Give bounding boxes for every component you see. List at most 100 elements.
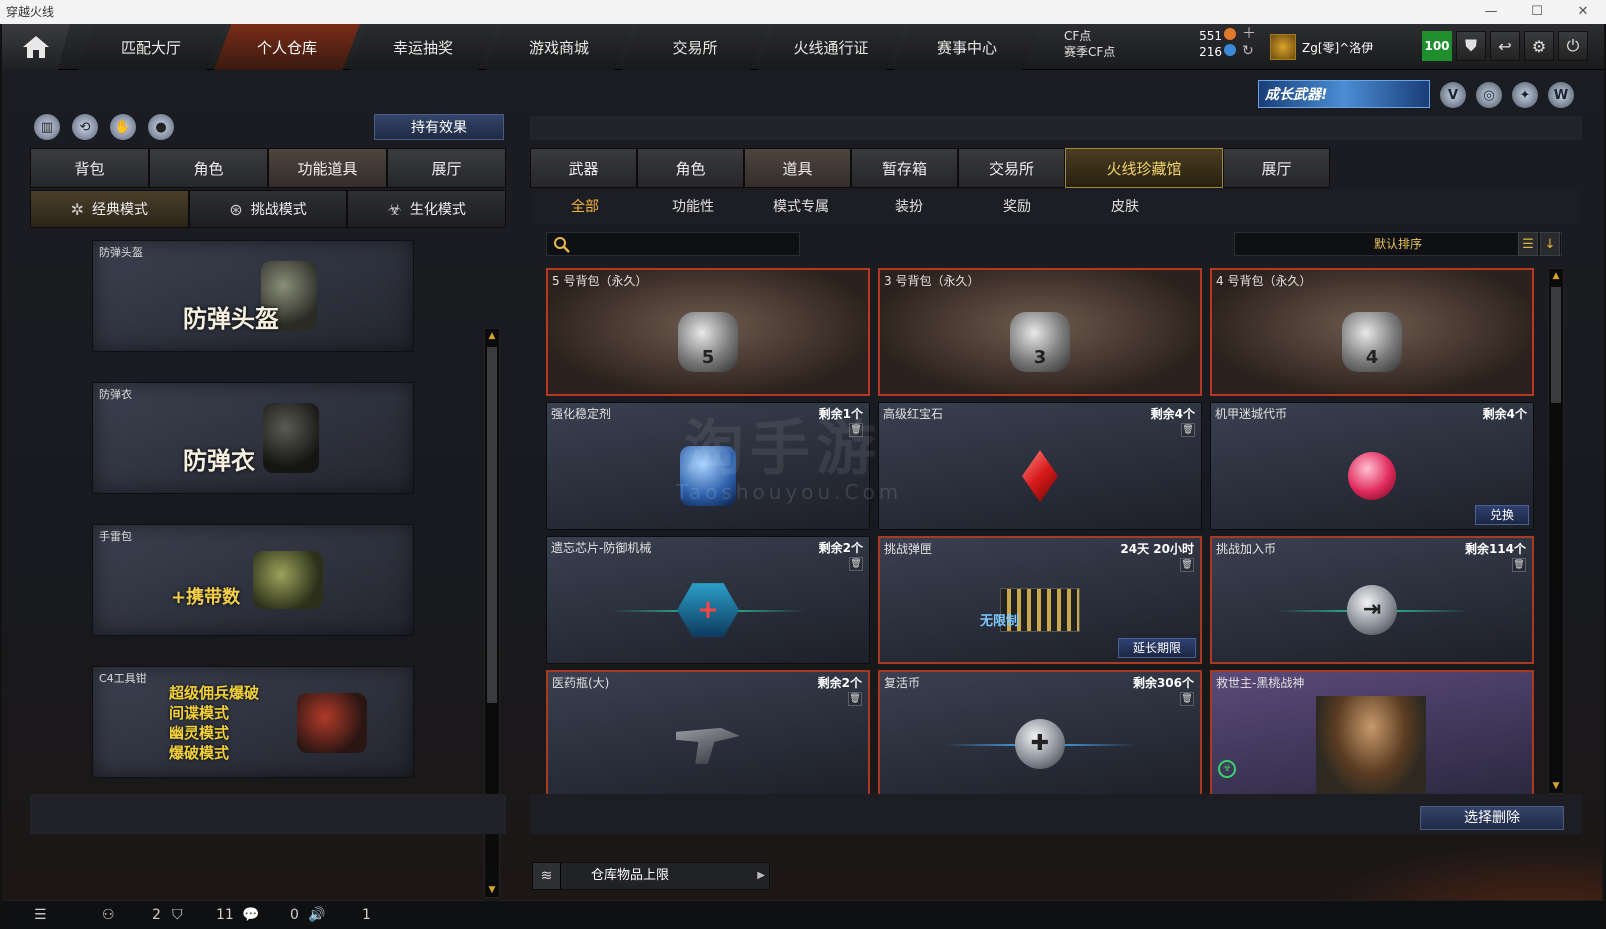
return-icon[interactable]: ↩ [1490, 31, 1520, 61]
sort-dropdown[interactable]: 默认排序 [1234, 232, 1562, 256]
scroll-down-icon[interactable]: ▼ [487, 885, 497, 895]
close-button[interactable]: ✕ [1560, 0, 1606, 24]
tab-functional-items[interactable]: 功能道具 [268, 148, 387, 188]
trash-icon[interactable]: 🗑 [1180, 558, 1194, 572]
refresh-icon[interactable]: ↻ [1242, 43, 1256, 60]
hand-icon[interactable]: ✋ [110, 114, 136, 140]
maximize-button[interactable]: ☐ [1514, 0, 1560, 24]
nav-tab-event-center[interactable]: 赛事中心 [894, 24, 1040, 70]
recharge-plus-icon[interactable]: ＋ [1242, 26, 1256, 43]
item-card-helmet[interactable]: 防弹头盔 防弹头盔 [92, 240, 414, 352]
search-input[interactable] [546, 232, 800, 256]
scroll-up-icon[interactable]: ▲ [1551, 271, 1561, 281]
friends-icon[interactable]: ⚇ [102, 901, 115, 929]
subtab-all[interactable]: 全部 [530, 190, 640, 224]
subtab-mode-exclusive[interactable]: 模式专属 [746, 190, 856, 224]
item-card[interactable]: 高级红宝石 剩余4个 🗑 [878, 402, 1202, 530]
trash-icon[interactable]: 🗑 [1181, 423, 1195, 437]
shield-icon[interactable]: ⛊ [1456, 31, 1486, 61]
mode-challenge[interactable]: ⊛ 挑战模式 [188, 190, 348, 228]
grid-scrollbar[interactable]: ▲ ▼ [1548, 268, 1564, 794]
chat-icon[interactable]: 💬 [242, 901, 259, 929]
mode-biochem[interactable]: ☣ 生化模式 [347, 190, 507, 228]
item-card[interactable]: 机甲迷城代币 剩余4个 兑换 [1210, 402, 1534, 530]
minimize-button[interactable]: — [1468, 0, 1514, 24]
nav-tab-lucky-draw[interactable]: 幸运抽奖 [350, 24, 496, 70]
join-coin-icon: ⇥ [1347, 584, 1397, 635]
grenade-icon[interactable]: ● [148, 114, 174, 140]
scroll-down-icon[interactable]: ▼ [1551, 781, 1561, 791]
item-card[interactable]: 挑战加入币 剩余114个 🗑 ⇥ [1210, 536, 1534, 664]
growth-weapon-banner[interactable]: 成长武器! [1258, 80, 1430, 108]
tab-collection-hall[interactable]: 火线珍藏馆 [1065, 148, 1223, 188]
tab-character[interactable]: 角色 [149, 148, 268, 188]
history-icon[interactable]: ⟲ [72, 114, 98, 140]
item-card-grenade-pack[interactable]: 手雷包 +携带数 [92, 524, 414, 636]
capacity-bar[interactable]: ≋ 仓库物品上限 ▶ [532, 862, 770, 890]
nav-tab-personal-warehouse[interactable]: 个人仓库 [214, 24, 360, 70]
chevron-right-icon[interactable]: ▶ [757, 863, 765, 889]
item-card[interactable]: 复活币 剩余306个 🗑 ✚ [878, 670, 1202, 798]
clan-shield-icon[interactable]: ⛉ [172, 901, 183, 929]
home-button[interactable] [2, 24, 70, 70]
subtab-skins[interactable]: 皮肤 [1070, 190, 1180, 224]
tab-showroom[interactable]: 展厅 [387, 148, 506, 188]
item-card[interactable]: 3 号背包（永久） 3 [878, 268, 1202, 396]
scroll-thumb[interactable] [487, 347, 497, 703]
user-profile[interactable]: Zg[零]^洛伊 [1270, 32, 1373, 62]
mode-list: 超级佣兵爆破 间谍模式 幽灵模式 爆破模式 [169, 683, 259, 763]
trash-icon[interactable]: 🗑 [1180, 692, 1194, 706]
scroll-thumb[interactable] [1551, 287, 1561, 403]
tab-characters[interactable]: 角色 [637, 148, 744, 188]
settings-gear-icon[interactable]: ⚙ [1524, 31, 1554, 61]
left-footer [30, 794, 506, 834]
subtab-functional[interactable]: 功能性 [638, 190, 748, 224]
extend-duration-button[interactable]: 延长期限 [1117, 638, 1196, 658]
trash-icon[interactable]: 🗑 [848, 692, 862, 706]
nav-tab-game-store[interactable]: 游戏商城 [486, 24, 632, 70]
mode-classic[interactable]: ✲ 经典模式 [30, 190, 189, 228]
tab-showroom-right[interactable]: 展厅 [1223, 148, 1330, 188]
globe-icon[interactable]: ◎ [1476, 82, 1502, 108]
trash-icon[interactable]: 🗑 [1512, 558, 1526, 572]
item-title: +携带数 [171, 587, 241, 608]
item-card[interactable]: 遗忘芯片-防御机械 剩余2个 🗑 + [546, 536, 870, 664]
select-delete-button[interactable]: 选择删除 [1420, 806, 1564, 830]
exchange-button[interactable]: 兑换 [1474, 505, 1529, 525]
item-card-c4-pliers[interactable]: C4工具钳 超级佣兵爆破 间谍模式 幽灵模式 爆破模式 [92, 666, 414, 778]
tab-backpack[interactable]: 背包 [30, 148, 149, 188]
item-label: 防弹衣 [99, 388, 132, 401]
trash-icon[interactable]: 🗑 [849, 557, 863, 571]
item-quantity: 剩余306个 [1132, 676, 1194, 690]
badge-v-icon[interactable]: V [1440, 82, 1466, 108]
item-name: 挑战弹匣 [884, 542, 933, 556]
item-card[interactable]: 救世主-黑桃战神 ☣ [1210, 670, 1534, 798]
wings-icon[interactable]: ✦ [1512, 82, 1538, 108]
tab-exchange[interactable]: 交易所 [958, 148, 1065, 188]
subtab-cosmetics[interactable]: 装扮 [854, 190, 964, 224]
list-view-icon[interactable]: ☰ [1518, 232, 1538, 256]
item-title: 防弹头盔 [183, 305, 279, 333]
item-card[interactable]: 挑战弹匣 24天 20小时 🗑 无限制 延长期限 [878, 536, 1202, 664]
item-card[interactable]: 4 号背包（永久） 4 [1210, 268, 1534, 396]
ranking-icon[interactable]: ▥ [34, 114, 60, 140]
tab-storage-box[interactable]: 暂存箱 [851, 148, 958, 188]
menu-list-icon[interactable]: ☰ [34, 901, 47, 929]
item-name: 医药瓶(大) [552, 676, 610, 690]
holding-effect-button[interactable]: 持有效果 [374, 114, 504, 140]
subtab-rewards[interactable]: 奖励 [962, 190, 1072, 224]
volume-icon[interactable]: 🔊 [308, 901, 325, 929]
nav-tab-match-lobby[interactable]: 匹配大厅 [78, 24, 224, 70]
tab-items[interactable]: 道具 [744, 148, 851, 188]
nav-tab-exchange[interactable]: 交易所 [622, 24, 768, 70]
tab-weapons[interactable]: 武器 [530, 148, 637, 188]
power-icon[interactable]: ⏻ [1558, 31, 1588, 61]
scroll-up-icon[interactable]: ▲ [487, 331, 497, 341]
cf-coin-icon [1224, 28, 1236, 40]
v-logo-icon[interactable]: W [1548, 82, 1574, 108]
nav-tab-battle-pass[interactable]: 火线通行证 [758, 24, 904, 70]
sort-direction-icon[interactable]: ↓ [1540, 232, 1560, 256]
item-card-vest[interactable]: 防弹衣 防弹衣 [92, 382, 414, 494]
item-card[interactable]: 医药瓶(大) 剩余2个 🗑 [546, 670, 870, 798]
item-card[interactable]: 5 号背包（永久） 5 [546, 268, 870, 396]
